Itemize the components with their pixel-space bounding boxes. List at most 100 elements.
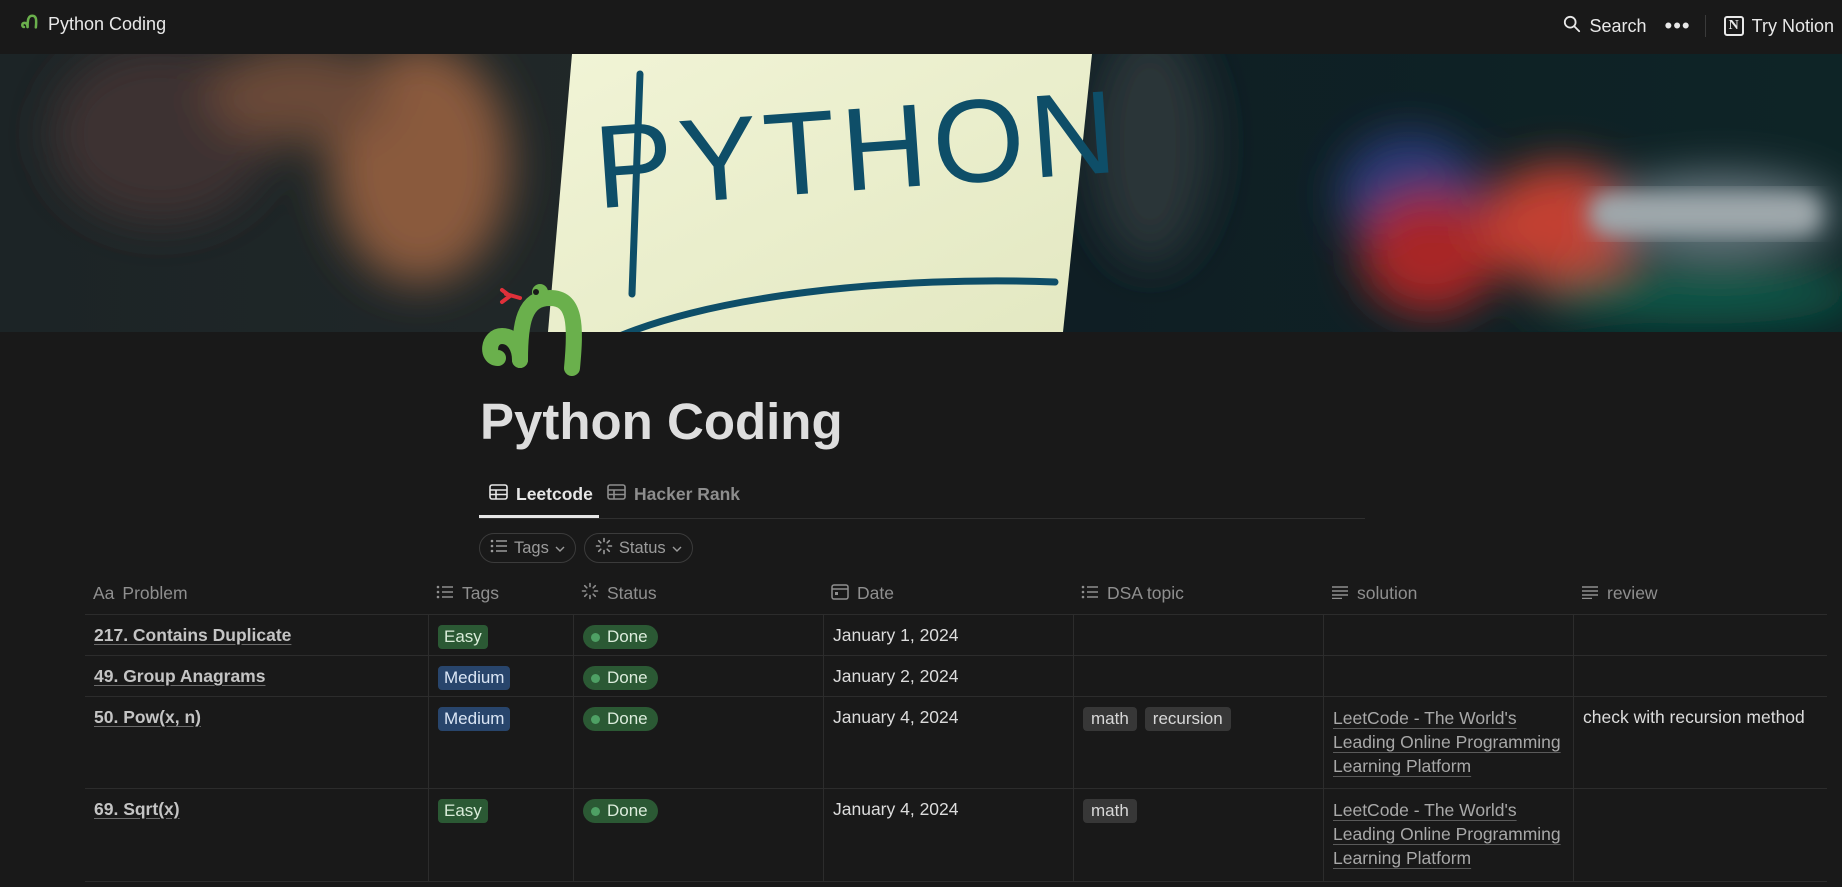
tag-badge: Easy xyxy=(438,625,488,649)
date-value: January 1, 2024 xyxy=(833,625,959,645)
column-label: Date xyxy=(857,583,894,603)
column-label: Problem xyxy=(122,583,188,603)
title-property-icon: Aa xyxy=(93,583,115,603)
filter-status[interactable]: Status xyxy=(583,533,693,563)
tab-leetcode-label: Leetcode xyxy=(516,484,593,504)
column-header-status[interactable]: Status xyxy=(573,573,823,614)
filter-bar: Tags Status xyxy=(479,533,693,563)
solution-link[interactable]: LeetCode - The World's xyxy=(1333,797,1565,823)
date-value: January 2, 2024 xyxy=(833,666,959,686)
text-lines-icon xyxy=(1331,583,1349,604)
page-icon[interactable] xyxy=(480,278,586,378)
chevron-down-icon xyxy=(555,539,565,558)
column-header-problem[interactable]: Aa Problem xyxy=(85,573,428,614)
column-header-review[interactable]: review xyxy=(1573,573,1827,614)
date-value: January 4, 2024 xyxy=(833,799,959,819)
problem-link[interactable]: 217. Contains Duplicate xyxy=(94,625,291,645)
column-header-dsa-topic[interactable]: DSA topic xyxy=(1073,573,1323,614)
solution-cell[interactable]: LeetCode - The World's Leading Online Pr… xyxy=(1323,697,1573,788)
search-icon xyxy=(1563,15,1581,38)
dsa-cell[interactable] xyxy=(1073,656,1323,696)
filter-tags-label: Tags xyxy=(514,538,549,557)
table-header: Aa Problem Tags Status Date DSA topic so… xyxy=(85,573,1827,615)
try-notion-label: Try Notion xyxy=(1751,15,1834,36)
status-spinner-icon xyxy=(581,582,599,605)
problem-link[interactable]: 50. Pow(x, n) xyxy=(94,707,201,727)
dsa-tag: recursion xyxy=(1144,707,1231,731)
tag-badge: Medium xyxy=(438,666,511,690)
list-icon xyxy=(436,583,454,604)
solution-cell[interactable]: LeetCode - The World's Leading Online Pr… xyxy=(1323,789,1573,881)
column-label: solution xyxy=(1357,583,1418,603)
breadcrumb[interactable]: Python Coding xyxy=(20,13,166,36)
search-label: Search xyxy=(1589,15,1647,36)
dsa-cell[interactable] xyxy=(1073,615,1323,655)
try-notion-button[interactable]: N Try Notion xyxy=(1723,15,1834,37)
column-header-solution[interactable]: solution xyxy=(1323,573,1573,614)
breadcrumb-title: Python Coding xyxy=(48,14,167,34)
solution-cell[interactable] xyxy=(1323,656,1573,696)
problem-link[interactable]: 49. Group Anagrams xyxy=(94,666,265,686)
active-tab-indicator xyxy=(479,515,599,518)
status-badge: Done xyxy=(583,625,658,649)
dsa-tag: math xyxy=(1083,799,1137,823)
column-label: DSA topic xyxy=(1107,583,1184,603)
cover-image: PYTHON xyxy=(0,54,1842,332)
status-badge: Done xyxy=(583,799,658,823)
status-dot-icon xyxy=(591,714,600,724)
filter-tags[interactable]: Tags xyxy=(479,533,576,563)
search-button[interactable]: Search xyxy=(1563,15,1647,38)
status-badge: Done xyxy=(583,666,658,690)
dsa-cell[interactable]: math recursion xyxy=(1073,697,1323,788)
view-tabs: Leetcode Hacker Rank xyxy=(479,478,1365,519)
tag-badge: Easy xyxy=(438,799,488,823)
review-cell[interactable] xyxy=(1573,789,1827,881)
chevron-down-icon xyxy=(672,539,682,558)
status-dot-icon xyxy=(591,806,600,816)
calendar-icon xyxy=(831,583,849,605)
column-header-tags[interactable]: Tags xyxy=(428,573,573,614)
column-header-date[interactable]: Date xyxy=(823,573,1073,614)
more-icon[interactable]: ••• xyxy=(1665,13,1691,39)
review-text: check with recursion method xyxy=(1583,707,1805,727)
status-label: Done xyxy=(607,627,648,646)
solution-link[interactable]: Learning Platform xyxy=(1333,845,1565,871)
table-row[interactable]: 50. Pow(x, n) Medium Done January 4, 202… xyxy=(85,697,1827,789)
column-label: Status xyxy=(607,583,657,603)
snake-icon xyxy=(20,13,38,36)
list-icon xyxy=(490,539,508,558)
review-cell[interactable]: check with recursion method xyxy=(1573,697,1827,788)
status-badge: Done xyxy=(583,707,658,731)
solution-link[interactable]: LeetCode - The World's xyxy=(1333,705,1565,731)
tab-hacker-rank[interactable]: Hacker Rank xyxy=(607,484,740,505)
date-value: January 4, 2024 xyxy=(833,707,959,727)
divider xyxy=(1704,15,1706,37)
tab-hacker-rank-label: Hacker Rank xyxy=(634,484,741,504)
solution-cell[interactable] xyxy=(1323,615,1573,655)
text-lines-icon xyxy=(1581,583,1599,604)
dsa-cell[interactable]: math xyxy=(1073,789,1323,881)
tab-leetcode[interactable]: Leetcode xyxy=(489,484,593,505)
review-cell[interactable] xyxy=(1573,656,1827,696)
list-icon xyxy=(1081,583,1099,604)
problem-link[interactable]: 69. Sqrt(x) xyxy=(94,799,180,819)
status-dot-icon xyxy=(591,632,600,642)
solution-link[interactable]: Leading Online Programming xyxy=(1333,821,1565,847)
top-bar: Python Coding Search ••• N Try Notion xyxy=(0,0,1842,52)
review-cell[interactable] xyxy=(1573,615,1827,655)
table-view-icon xyxy=(489,484,508,505)
notion-logo-icon: N xyxy=(1723,16,1744,36)
solution-link[interactable]: Learning Platform xyxy=(1333,753,1565,779)
database-table: Aa Problem Tags Status Date DSA topic so… xyxy=(85,573,1827,882)
column-label: Tags xyxy=(462,583,499,603)
table-row[interactable]: 69. Sqrt(x) Easy Done January 4, 2024 ma… xyxy=(85,789,1827,882)
status-spinner-icon xyxy=(595,537,613,560)
page-title: Python Coding xyxy=(480,393,843,450)
table-row[interactable]: 49. Group Anagrams Medium Done January 2… xyxy=(85,656,1827,697)
status-dot-icon xyxy=(591,673,600,683)
dsa-tag: math xyxy=(1083,707,1137,731)
status-label: Done xyxy=(607,801,648,820)
status-label: Done xyxy=(607,668,648,687)
solution-link[interactable]: Leading Online Programming xyxy=(1333,729,1565,755)
table-row[interactable]: 217. Contains Duplicate Easy Done Januar… xyxy=(85,615,1827,656)
